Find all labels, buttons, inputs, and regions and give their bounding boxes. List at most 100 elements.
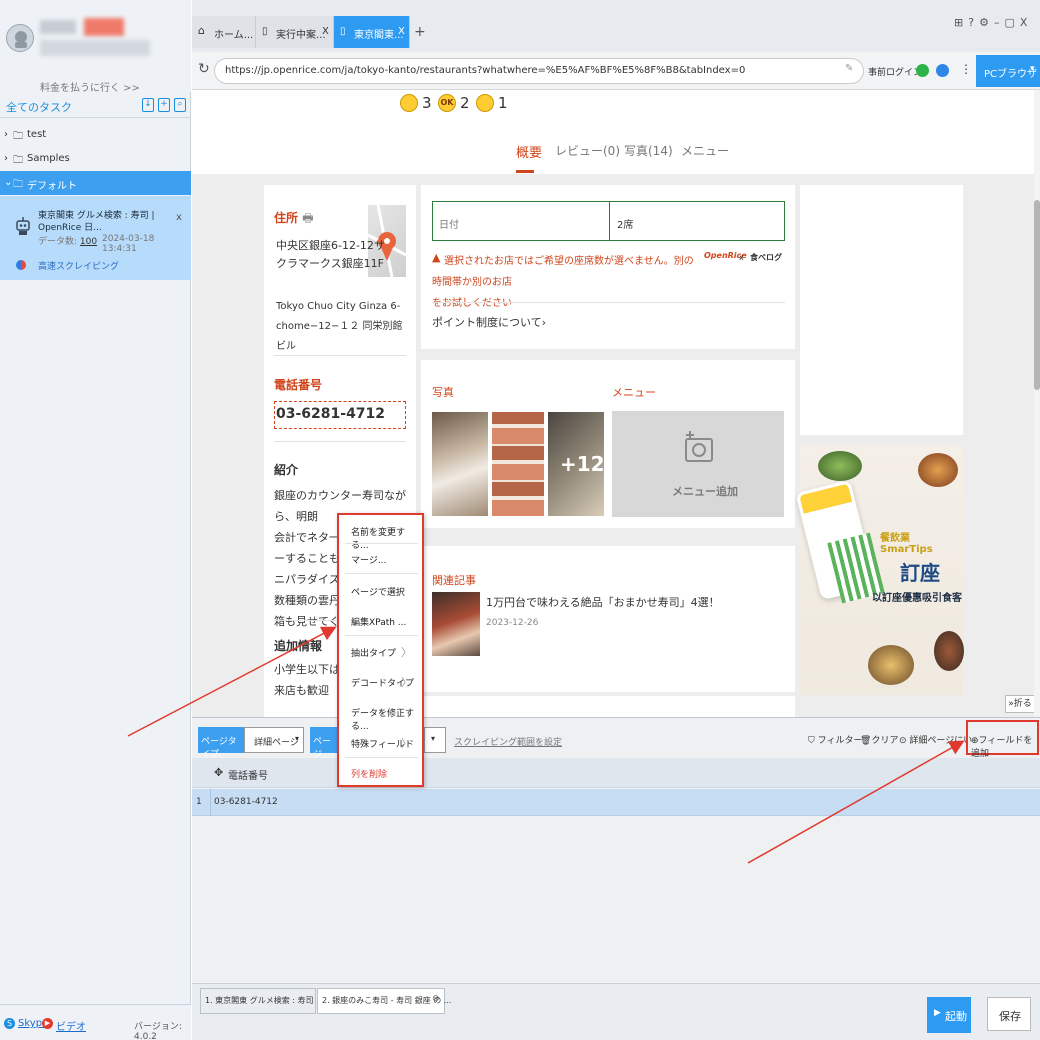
folder-samples[interactable]: › 🗀 Samples xyxy=(0,147,191,171)
pay-link[interactable]: 料金を払うに行く >> xyxy=(40,79,140,94)
bottom-tab-list-page[interactable]: 1. 東京閣東 グルメ検索 : 寿司 | O... xyxy=(200,988,335,1014)
tab-photos[interactable]: 写真(14) xyxy=(624,142,673,159)
clear-button[interactable]: 🗑クリア xyxy=(860,733,898,746)
import-icon[interactable]: ↓ xyxy=(142,98,154,112)
folder-icon: 🗀 xyxy=(13,155,23,166)
filter-label: フィルター xyxy=(817,736,863,746)
tab-home[interactable]: ⌂ ホーム... xyxy=(192,16,256,48)
search-task-icon[interactable]: ⌕ xyxy=(174,98,186,112)
smile-icon xyxy=(400,94,418,112)
new-tab-button[interactable]: + xyxy=(414,24,426,40)
points-link[interactable]: ポイント制度について› xyxy=(432,314,546,330)
pc-browser-button[interactable]: PCブラウザ ▾ xyxy=(976,55,1040,87)
menu-extract-type[interactable]: 抽出タイプ xyxy=(351,646,396,659)
page-scrollbar[interactable] xyxy=(1034,90,1040,717)
table-cell[interactable]: 03-6281-4712 xyxy=(214,797,278,807)
fold-label: 折る xyxy=(1013,699,1032,709)
save-button[interactable]: 保存 xyxy=(987,997,1031,1031)
tab-close-icon[interactable]: X xyxy=(322,26,329,37)
play-icon: ▶ xyxy=(934,1008,941,1018)
phone-number[interactable]: 03-6281-4712 xyxy=(274,401,406,429)
menu-title: メニュー xyxy=(612,386,656,399)
ad-banner[interactable]: 餐飲業 SmarTips 訂座 以訂座優惠吸引食客 xyxy=(795,445,964,695)
page-type-label: ページタイプ xyxy=(198,727,244,760)
address-jp-line: クラマークス銀座11F xyxy=(276,257,384,270)
menu-merge[interactable]: マージ... xyxy=(351,553,386,566)
task-close-icon[interactable]: x xyxy=(176,212,182,223)
avatar[interactable] xyxy=(6,24,34,52)
folder-test[interactable]: › 🗀 test xyxy=(0,123,191,147)
page-type2-select[interactable]: ▾ xyxy=(424,727,446,753)
tab-menu[interactable]: メニュー xyxy=(681,142,729,159)
tab-overview[interactable]: 概要 xyxy=(516,142,542,161)
all-tasks-label[interactable]: 全てのタスク xyxy=(6,99,72,115)
account-name-redacted xyxy=(40,20,76,34)
video-icon[interactable]: ▶ xyxy=(42,1018,53,1029)
menu-delete-column[interactable]: 列を削除 xyxy=(351,767,387,780)
minimize-icon[interactable]: – xyxy=(994,16,1005,29)
url-text: https://jp.openrice.com/ja/tokyo-kanto/r… xyxy=(225,65,746,76)
sidebar-footer: S Skype ▶ ビデオ バージョン: 4.0.2 xyxy=(0,1004,191,1040)
menu-select-in-page[interactable]: ページで選択 xyxy=(351,585,405,598)
gift-icon[interactable]: ⊞ xyxy=(954,16,968,29)
run-button[interactable]: ▶ 起動 xyxy=(927,997,971,1033)
edit-url-icon[interactable]: ✎ xyxy=(845,63,853,74)
app-window: 料金を払うに行く >> 全てのタスク ↓ + ⌕ › 🗀 test › 🗀 Sa… xyxy=(0,0,1040,1040)
maximize-icon[interactable]: ▢ xyxy=(1004,16,1019,29)
drag-handle-icon[interactable]: ✥ xyxy=(214,766,223,779)
page-type-select[interactable]: 詳細ページ ▾ xyxy=(244,727,304,753)
article-date: 2023-12-26 xyxy=(486,618,539,628)
photo-thumbnail[interactable]: +12 xyxy=(548,412,605,516)
robot-icon xyxy=(16,217,30,235)
close-window-icon[interactable]: X xyxy=(1020,16,1033,29)
folder-label: test xyxy=(27,129,47,140)
add-field-button[interactable]: ⊕フィールドを追加 xyxy=(966,720,1039,759)
video-link[interactable]: ビデオ xyxy=(56,1018,86,1033)
scrollbar-thumb[interactable] xyxy=(1034,200,1040,390)
tab-reviews[interactable]: レビュー(0) xyxy=(555,142,620,159)
chevron-right-icon: 〉 xyxy=(401,676,412,689)
pre-login-button[interactable]: 事前ログイン xyxy=(868,65,922,78)
tab-close-icon[interactable]: X xyxy=(398,26,405,37)
url-input[interactable]: https://jp.openrice.com/ja/tokyo-kanto/r… xyxy=(214,58,864,84)
bottom-tab-detail-page[interactable]: 2. 銀座のみこ寿司 - 寿司 銀座 の ... ⊗ xyxy=(317,988,451,1014)
article-thumbnail[interactable] xyxy=(432,592,480,656)
menu-divider xyxy=(345,543,418,544)
tab-running[interactable]: ▯ 実行中案... X xyxy=(256,16,334,48)
photo-thumbnail[interactable] xyxy=(492,412,544,516)
more-photos-count[interactable]: +12 xyxy=(560,452,605,476)
task-item[interactable]: 東京閣東 グルメ検索 : 寿司 | OpenRice 日... x データ数: … xyxy=(0,196,191,280)
menu-add-box[interactable]: メニュー追加 xyxy=(612,411,784,517)
divider xyxy=(432,302,785,303)
filter-button[interactable]: ⛉ フィルター xyxy=(808,733,862,746)
column-name[interactable]: 電話番号 xyxy=(228,767,268,782)
detail-page-button[interactable]: ⊙ 詳細ページにい xyxy=(899,733,972,746)
print-icon[interactable]: 🖶 xyxy=(302,211,313,225)
photo-thumbnail[interactable] xyxy=(432,412,488,516)
scrape-range-link[interactable]: スクレイピング範囲を設定 xyxy=(454,735,562,748)
column-header: ✥ 電話番号 xyxy=(192,758,1040,788)
menu-edit-xpath[interactable]: 編集XPath ... xyxy=(351,615,406,628)
extension-blue-icon[interactable] xyxy=(936,64,949,77)
seats-field[interactable]: 2席 xyxy=(617,216,633,231)
help-icon[interactable]: ? xyxy=(968,16,979,29)
menu-modify-data[interactable]: データを修正する... xyxy=(351,706,422,732)
reload-icon[interactable]: ↻ xyxy=(198,61,210,77)
extension-green-icon[interactable] xyxy=(916,64,929,77)
new-task-icon[interactable]: + xyxy=(158,98,170,112)
close-icon[interactable]: ⊗ xyxy=(432,994,440,1004)
date-field[interactable]: 日付 xyxy=(439,216,459,231)
table-row[interactable]: 1 03-6281-4712 xyxy=(192,789,1040,816)
fold-button[interactable]: »折る xyxy=(1005,695,1035,713)
address-jp: 中央区銀座6-12-12サ クラマークス銀座11F xyxy=(276,237,385,273)
more-menu-icon[interactable]: ⋮ xyxy=(960,62,972,76)
tab-active-page[interactable]: ▯ 東京閣東... X xyxy=(334,16,410,48)
settings-icon[interactable]: ⚙ xyxy=(979,16,994,29)
task-title: 東京閣東 グルメ検索 : 寿司 | OpenRice 日... xyxy=(38,211,155,233)
next-card-edge xyxy=(421,696,795,717)
menu-rename[interactable]: 名前を変更する... xyxy=(351,525,422,551)
folder-default[interactable]: ⌄ 🗀 デフォルト xyxy=(0,171,191,195)
article-title[interactable]: 1万円台で味わえる絶品「おまかせ寿司」4選！ xyxy=(486,594,720,610)
data-count-value[interactable]: 100 xyxy=(80,237,97,247)
skype-icon[interactable]: S xyxy=(4,1018,15,1029)
